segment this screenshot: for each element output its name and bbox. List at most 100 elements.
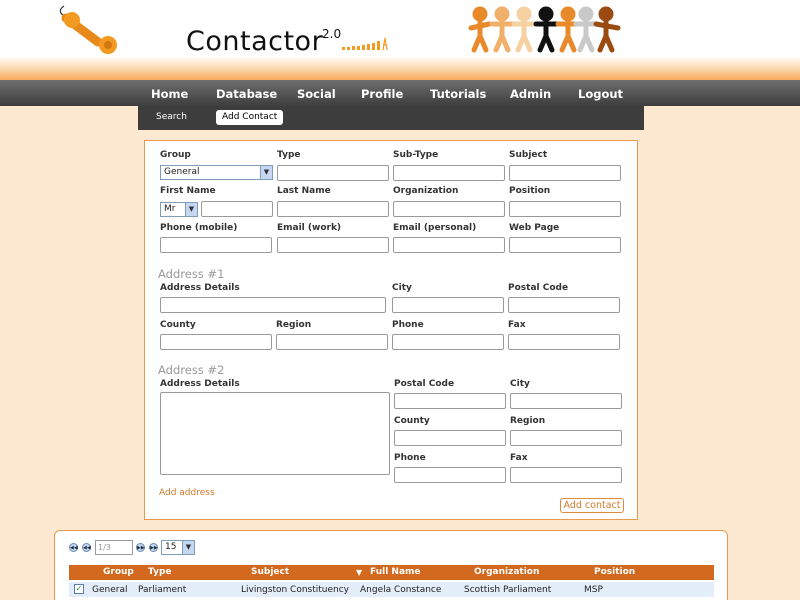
contacts-list: ◀◀ ◀◀ 1/3 ▶▶ ▶▶ 15 ▼ Group Type Subject … — [54, 530, 728, 600]
main-nav: Home Database Social Profile Tutorials A… — [0, 80, 800, 106]
subnav-add-contact[interactable]: Add Contact — [216, 110, 284, 125]
add-address-link[interactable]: Add address — [159, 488, 215, 498]
type-input[interactable] — [277, 165, 389, 181]
cell-type: Parliament — [138, 585, 187, 595]
phone-icon — [59, 5, 117, 54]
nav-profile[interactable]: Profile — [361, 87, 403, 101]
address1-heading: Address #1 — [158, 267, 225, 281]
address2-city-label: City — [510, 379, 530, 389]
group-select-value: General — [164, 167, 200, 177]
cell-group: General — [92, 585, 128, 595]
subtype-label: Sub-Type — [393, 150, 439, 160]
address2-region-input[interactable] — [510, 430, 622, 446]
address2-postal-label: Postal Code — [394, 379, 455, 389]
chevron-down-icon: ▼ — [185, 203, 197, 216]
chevron-down-icon: ▼ — [260, 166, 272, 179]
per-page-select[interactable]: 15 ▼ — [161, 540, 195, 555]
last-name-input[interactable] — [277, 201, 389, 217]
subject-label: Subject — [509, 150, 548, 160]
column-full-name[interactable]: Full Name — [370, 567, 421, 577]
chevron-down-icon: ▼ — [182, 541, 194, 554]
first-name-label: First Name — [160, 186, 216, 196]
organization-input[interactable] — [393, 201, 505, 217]
subtype-input[interactable] — [393, 165, 505, 181]
organization-label: Organization — [393, 186, 459, 196]
cell-subject: Livingston Constituency — [241, 585, 350, 595]
address2-fax-input[interactable] — [510, 467, 622, 483]
column-position[interactable]: Position — [594, 567, 635, 577]
table-header: Group Type Subject ▼ Full Name Organizat… — [69, 565, 714, 580]
address1-phone-input[interactable] — [392, 334, 504, 350]
people-chain-icon — [468, 6, 621, 53]
nav-admin[interactable]: Admin — [510, 87, 551, 101]
address1-postal-input[interactable] — [508, 297, 620, 313]
address2-postal-input[interactable] — [394, 393, 506, 409]
cell-position: MSP — [584, 585, 603, 595]
email-personal-label: Email (personal) — [393, 223, 477, 233]
address2-region-label: Region — [510, 416, 546, 426]
address1-fax-label: Fax — [508, 320, 526, 330]
signal-bars-icon — [342, 37, 388, 50]
per-page-value: 15 — [165, 542, 177, 552]
phone-mobile-label: Phone (mobile) — [160, 223, 238, 233]
address2-county-label: County — [394, 416, 430, 426]
last-name-label: Last Name — [277, 186, 331, 196]
nav-database[interactable]: Database — [216, 87, 277, 101]
column-type[interactable]: Type — [148, 567, 171, 577]
first-name-input[interactable] — [201, 201, 273, 217]
nav-logout[interactable]: Logout — [578, 87, 623, 101]
cell-full-name: Angela Constance — [360, 585, 442, 595]
address1-county-input[interactable] — [160, 334, 272, 350]
prev-page-icon[interactable]: ◀◀ — [82, 543, 91, 552]
address2-city-input[interactable] — [510, 393, 622, 409]
web-page-input[interactable] — [509, 237, 621, 253]
add-contact-form: Group General ▼ Type Sub-Type Subject Fi… — [144, 140, 638, 520]
add-contact-button[interactable]: Add contact — [560, 498, 624, 513]
column-organization[interactable]: Organization — [474, 567, 539, 577]
email-personal-input[interactable] — [393, 237, 505, 253]
cell-organization: Scottish Parliament — [464, 585, 552, 595]
row-checkbox[interactable]: ✓ — [74, 584, 84, 594]
address1-postal-label: Postal Code — [508, 283, 569, 293]
column-group[interactable]: Group — [103, 567, 134, 577]
address2-heading: Address #2 — [158, 363, 225, 377]
header: Contactor 2.0 — [0, 0, 800, 80]
first-page-icon[interactable]: ◀◀ — [69, 543, 78, 552]
address1-phone-label: Phone — [392, 320, 424, 330]
page-input[interactable]: 1/3 — [95, 540, 133, 555]
type-label: Type — [277, 150, 301, 160]
address2-phone-input[interactable] — [394, 467, 506, 483]
title-select[interactable]: Mr ▼ — [160, 202, 198, 217]
app-logo: Contactor — [186, 26, 324, 57]
address2-details-textarea[interactable] — [160, 392, 390, 475]
group-select[interactable]: General ▼ — [160, 165, 273, 180]
address1-city-input[interactable] — [392, 297, 504, 313]
title-select-value: Mr — [164, 204, 176, 214]
nav-tutorials[interactable]: Tutorials — [430, 87, 486, 101]
email-work-label: Email (work) — [277, 223, 342, 233]
address1-region-input[interactable] — [276, 334, 388, 350]
column-subject[interactable]: Subject — [251, 567, 289, 577]
address1-city-label: City — [392, 283, 412, 293]
address1-fax-input[interactable] — [508, 334, 620, 350]
address2-details-label: Address Details — [160, 379, 240, 389]
nav-home[interactable]: Home — [151, 87, 188, 101]
address2-phone-label: Phone — [394, 453, 426, 463]
phone-mobile-input[interactable] — [160, 237, 272, 253]
last-page-icon[interactable]: ▶▶ — [149, 543, 158, 552]
email-work-input[interactable] — [277, 237, 389, 253]
subject-input[interactable] — [509, 165, 621, 181]
address2-county-input[interactable] — [394, 430, 506, 446]
nav-social[interactable]: Social — [297, 87, 336, 101]
app-version: 2.0 — [322, 27, 342, 41]
sub-nav: Search Add Contact — [138, 106, 644, 130]
address1-region-label: Region — [276, 320, 312, 330]
subnav-search[interactable]: Search — [156, 112, 187, 122]
position-input[interactable] — [509, 201, 621, 217]
next-page-icon[interactable]: ▶▶ — [136, 543, 145, 552]
address1-county-label: County — [160, 320, 196, 330]
address1-details-label: Address Details — [160, 283, 240, 293]
table-row[interactable]: ✓ General Parliament Livingston Constitu… — [69, 582, 714, 597]
address1-details-input[interactable] — [160, 297, 386, 313]
sort-desc-icon: ▼ — [356, 568, 363, 577]
